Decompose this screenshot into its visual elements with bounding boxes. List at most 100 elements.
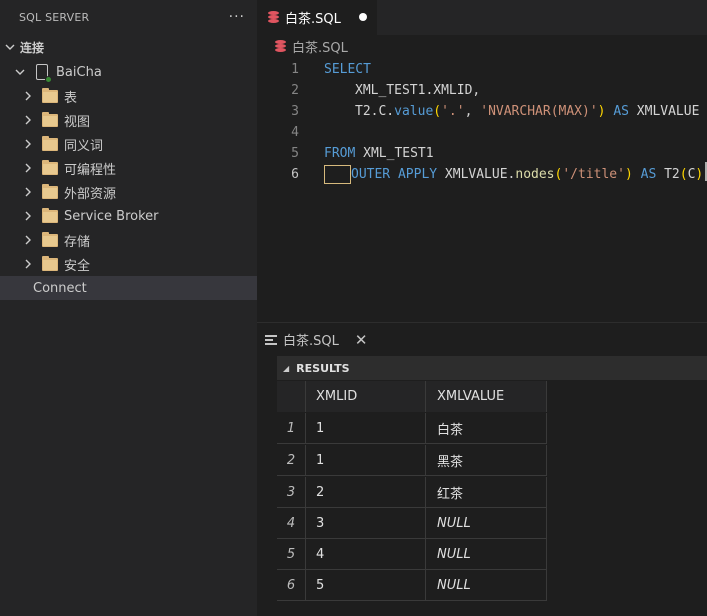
row-number: 3 (277, 477, 306, 508)
tab-baicha-sql[interactable]: 白茶.SQL (257, 0, 377, 35)
code-editor[interactable]: 1 SELECT 2 XML_TEST1.XMLID, 3 T2.C.value… (257, 58, 707, 318)
tree-folder-label: Service Broker (64, 208, 159, 224)
chevron-right-icon (20, 163, 36, 173)
table-row[interactable]: 6 5 NULL (277, 570, 547, 601)
chevron-down-icon (2, 42, 18, 52)
line-number: 4 (291, 125, 299, 140)
results-list-icon (265, 334, 277, 345)
row-number: 2 (277, 445, 306, 476)
chevron-right-icon (20, 187, 36, 197)
table-row[interactable]: 3 2 红茶 (277, 477, 547, 508)
sidebar-header: SQL SERVER ··· (0, 0, 257, 34)
code-line: 2 XML_TEST1.XMLID, (257, 80, 707, 101)
close-icon[interactable]: ✕ (355, 331, 368, 349)
tree-folder-programmability[interactable]: 可编程性 (0, 156, 257, 180)
folder-icon (42, 159, 58, 175)
folder-icon (42, 231, 58, 247)
server-node[interactable]: BaiCha (0, 60, 257, 84)
breadcrumb-file[interactable]: 白茶.SQL (292, 37, 348, 56)
connections-section-label: 连接 (20, 40, 45, 55)
cell-xmlid[interactable]: 1 (306, 445, 426, 476)
more-actions-icon[interactable]: ··· (229, 9, 245, 25)
code-line: 6 OUTER APPLY XMLVALUE.nodes ('/title') A… (257, 164, 707, 185)
keyword-token: OUTER APPLY (351, 167, 438, 182)
server-icon (36, 64, 52, 83)
unsaved-dot-icon[interactable] (359, 13, 367, 21)
cell-xmlid[interactable]: 5 (306, 570, 426, 601)
line-number: 2 (291, 83, 299, 98)
sidebar-title: SQL SERVER (19, 10, 90, 24)
results-tab-label[interactable]: 白茶.SQL (283, 330, 339, 349)
bracket-token: ) (624, 167, 633, 182)
chevron-down-icon (12, 67, 28, 77)
table-row[interactable]: 4 3 NULL (277, 508, 547, 539)
connections-sidebar: SQL SERVER ··· 连接 BaiCha 表 视图 同义词 可编程性 外… (0, 0, 257, 616)
keyword-token: SELECT (324, 62, 371, 77)
cell-xmlvalue[interactable]: 白茶 (426, 413, 547, 444)
connections-section[interactable]: 连接 (0, 35, 257, 59)
bracket-token: ) (597, 104, 606, 119)
tree-folder-label: 外部资源 (64, 186, 117, 202)
bracket-token: ) (695, 167, 704, 182)
table-row[interactable]: 1 1 白茶 (277, 413, 547, 444)
identifier-token: T2 (664, 167, 680, 182)
bracket-token: ( (433, 104, 442, 119)
tree-folder-views[interactable]: 视图 (0, 108, 257, 132)
folder-icon (42, 111, 58, 127)
chevron-right-icon (20, 259, 36, 269)
punctuation-token: , (464, 104, 481, 119)
column-header-xmlvalue[interactable]: XMLVALUE (426, 381, 547, 412)
cell-xmlid[interactable]: 4 (306, 539, 426, 570)
tree-folder-external-resources[interactable]: 外部资源 (0, 180, 257, 204)
keyword-token: AS (640, 167, 657, 182)
code-line: 4 (257, 122, 707, 143)
cell-xmlid[interactable]: 2 (306, 477, 426, 508)
tree-folder-security[interactable]: 安全 (0, 252, 257, 276)
chevron-right-icon (20, 115, 36, 125)
line-number: 1 (291, 62, 299, 77)
cell-xmlvalue[interactable]: NULL (426, 570, 547, 601)
database-icon (275, 39, 286, 53)
cell-xmlid[interactable]: 1 (306, 413, 426, 444)
chevron-right-icon (20, 91, 36, 101)
connected-status-icon (45, 76, 52, 83)
table-row[interactable]: 2 1 黑茶 (277, 445, 547, 476)
column-header-xmlid[interactable]: XMLID (306, 381, 426, 412)
function-token: nodes (515, 167, 555, 182)
cell-xmlvalue[interactable]: NULL (426, 539, 547, 570)
cell-xmlvalue[interactable]: 红茶 (426, 477, 547, 508)
collapse-triangle-icon: ◢ (283, 363, 290, 373)
chevron-right-icon (20, 235, 36, 245)
connect-label: Connect (33, 280, 87, 296)
function-token: value (394, 104, 434, 119)
breadcrumb[interactable]: 白茶.SQL (257, 35, 348, 57)
editor-tab-bar: 白茶.SQL (257, 0, 707, 35)
folder-icon (42, 135, 58, 151)
row-number: 5 (277, 539, 306, 570)
chevron-right-icon (20, 211, 36, 221)
tree-folder-tables[interactable]: 表 (0, 84, 257, 108)
results-section-header[interactable]: ◢ RESULTS (277, 356, 707, 380)
folder-icon (42, 255, 58, 271)
identifier-token: XML_TEST1 (363, 146, 434, 161)
tree-folder-storage[interactable]: 存储 (0, 228, 257, 252)
table-row[interactable]: 5 4 NULL (277, 539, 547, 570)
tree-folder-label: 视图 (64, 114, 91, 130)
chevron-right-icon (20, 139, 36, 149)
cell-xmlid[interactable]: 3 (306, 508, 426, 539)
connect-item[interactable]: Connect (0, 276, 257, 300)
tree-folder-service-broker[interactable]: Service Broker (0, 204, 257, 228)
tree-folder-label: 安全 (64, 258, 91, 274)
results-grid[interactable]: XMLID XMLVALUE 1 1 白茶 2 1 黑茶 3 2 红茶 4 3 … (277, 381, 707, 616)
tree-folder-label: 存储 (64, 234, 91, 250)
tab-label: 白茶.SQL (285, 12, 341, 27)
database-icon (268, 11, 279, 24)
string-token: '/title' (562, 167, 625, 182)
tree-folder-synonyms[interactable]: 同义词 (0, 132, 257, 156)
cell-xmlvalue[interactable]: NULL (426, 508, 547, 539)
folder-icon (42, 87, 58, 103)
cell-xmlvalue[interactable]: 黑茶 (426, 445, 547, 476)
string-token: 'NVARCHAR(MAX)' (480, 104, 598, 119)
server-name: BaiCha (56, 64, 102, 80)
bracket-token: ( (679, 167, 688, 182)
